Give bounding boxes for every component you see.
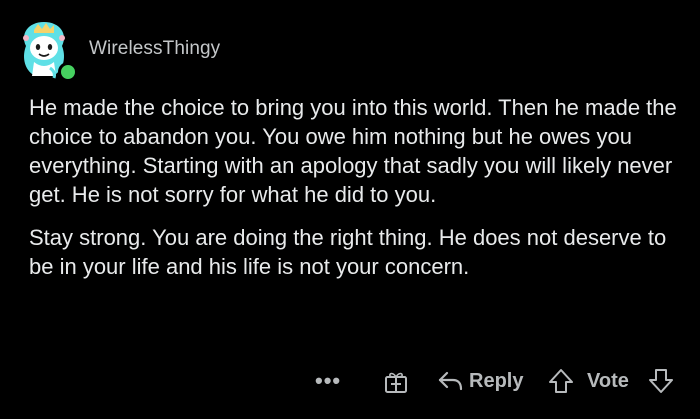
comment-paragraph: He made the choice to bring you into thi… xyxy=(29,95,677,207)
award-button[interactable] xyxy=(383,364,409,398)
comment-body: He made the choice to bring you into thi… xyxy=(29,93,679,295)
downvote-button[interactable] xyxy=(647,364,675,398)
comment-author[interactable]: WirelessThingy xyxy=(89,38,220,60)
reply-label: Reply xyxy=(469,369,524,392)
more-options-button[interactable]: ••• xyxy=(315,364,341,398)
arrow-up-icon xyxy=(549,369,573,393)
more-dots-icon: ••• xyxy=(315,368,342,393)
online-status-dot xyxy=(58,62,78,82)
vote-count: Vote xyxy=(587,369,629,392)
comment-paragraph: Stay strong. You are doing the right thi… xyxy=(29,225,667,279)
reply-arrow-icon xyxy=(438,371,463,391)
comment: WirelessThingy He made the choice to bri… xyxy=(0,0,700,419)
comment-action-bar: ••• Reply Vote xyxy=(0,364,700,398)
upvote-button[interactable] xyxy=(547,364,575,398)
gift-icon xyxy=(385,372,407,393)
reply-button[interactable]: Reply xyxy=(437,364,523,398)
arrow-down-icon xyxy=(649,369,673,393)
